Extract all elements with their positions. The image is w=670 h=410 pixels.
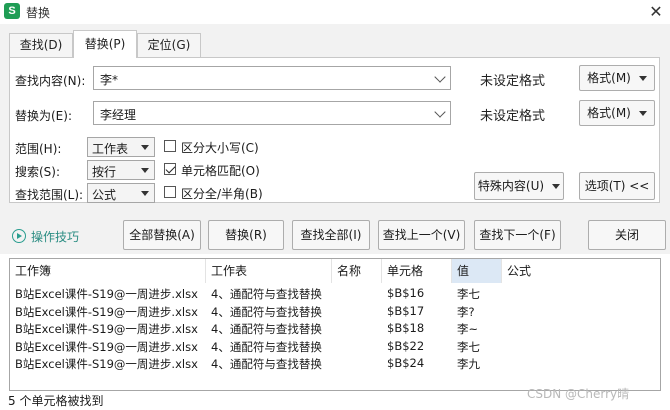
cell-value: 李七 bbox=[457, 287, 480, 301]
column-header-sheet[interactable]: 工作表 bbox=[206, 259, 332, 283]
cell-workbook: B站Excel课件-S19@一周进步.xlsx bbox=[15, 304, 198, 319]
table-row[interactable]: B站Excel课件-S19@一周进步.xlsx 4、通配符与查找替换 $B$18 李~ bbox=[10, 320, 660, 337]
replace-all-button[interactable]: 全部替换(A) bbox=[123, 220, 201, 250]
table-row[interactable]: B站Excel课件-S19@一周进步.xlsx 4、通配符与查找替换 $B$22 李七 bbox=[10, 338, 660, 355]
table-row[interactable]: B站Excel课件-S19@一周进步.xlsx 4、通配符与查找替换 $B$24 李九 bbox=[10, 355, 660, 372]
tab-find[interactable]: 查找(D) bbox=[9, 33, 73, 57]
find-input-value: 李* bbox=[100, 73, 119, 87]
tab-goto[interactable]: 定位(G) bbox=[137, 33, 201, 57]
cell-workbook: B站Excel课件-S19@一周进步.xlsx bbox=[15, 339, 198, 354]
tab-replace[interactable]: 替换(P) bbox=[73, 30, 137, 58]
chevron-down-icon[interactable] bbox=[434, 106, 446, 118]
match-cell-checkbox[interactable] bbox=[164, 163, 176, 175]
lookin-label: 查找范围(L): bbox=[15, 188, 84, 202]
cell-sheet: 4、通配符与查找替换 bbox=[211, 339, 322, 354]
table-row[interactable]: B站Excel课件-S19@一周进步.xlsx 4、通配符与查找替换 $B$16 李七 bbox=[10, 285, 660, 302]
close-icon[interactable]: ✕ bbox=[646, 2, 666, 22]
column-header-value[interactable]: 值 bbox=[452, 259, 502, 283]
window-title: 替换 bbox=[26, 6, 51, 20]
special-content-label: 特殊内容(U) bbox=[477, 179, 545, 193]
cell-sheet: 4、通配符与查找替换 bbox=[211, 322, 322, 337]
results-list[interactable]: 工作簿 工作表 名称 单元格 值 公式 B站Excel课件-S19@一周进步.x… bbox=[9, 258, 661, 391]
cell-workbook: B站Excel课件-S19@一周进步.xlsx bbox=[15, 287, 198, 301]
column-header-cell[interactable]: 单元格 bbox=[382, 259, 452, 283]
find-format-button-label: 格式(M) bbox=[587, 71, 631, 85]
cell-sheet: 4、通配符与查找替换 bbox=[211, 357, 322, 372]
cell-address: $B$17 bbox=[387, 303, 425, 318]
scope-label: 范围(H): bbox=[15, 142, 62, 156]
options-toggle-button[interactable]: 选项(T) << bbox=[579, 172, 655, 200]
cell-sheet: 4、通配符与查找替换 bbox=[211, 304, 322, 319]
search-label: 搜索(S): bbox=[15, 165, 61, 179]
find-format-status: 未设定格式 bbox=[480, 74, 546, 89]
tips-link[interactable]: 操作技巧 bbox=[31, 228, 79, 245]
replace-format-button[interactable]: 格式(M) bbox=[579, 100, 655, 126]
cell-value: 李? bbox=[457, 304, 475, 319]
full-half-checkbox[interactable] bbox=[164, 186, 176, 198]
cell-workbook: B站Excel课件-S19@一周进步.xlsx bbox=[15, 322, 198, 337]
dropdown-arrow-icon bbox=[552, 184, 561, 189]
cell-sheet: 4、通配符与查找替换 bbox=[211, 287, 322, 301]
cell-value: 李~ bbox=[457, 322, 479, 337]
find-format-button[interactable]: 格式(M) bbox=[579, 65, 655, 91]
dropdown-arrow-icon bbox=[638, 111, 647, 116]
find-next-button[interactable]: 查找下一个(F) bbox=[474, 220, 561, 250]
find-all-button[interactable]: 查找全部(I) bbox=[292, 220, 370, 250]
status-text: 5 个单元格被找到 bbox=[8, 394, 104, 408]
match-cell-label: 单元格匹配(O) bbox=[181, 164, 260, 178]
lookin-select[interactable]: 公式 bbox=[87, 183, 155, 203]
match-case-label: 区分大小写(C) bbox=[181, 141, 259, 155]
close-button[interactable]: 关闭 bbox=[588, 220, 666, 250]
search-select[interactable]: 按行 bbox=[87, 160, 155, 180]
replace-label: 替换为(E): bbox=[15, 109, 72, 123]
cell-address: $B$24 bbox=[387, 356, 425, 371]
chevron-down-icon[interactable] bbox=[434, 71, 446, 83]
lookin-value: 公式 bbox=[92, 188, 117, 202]
match-case-checkbox[interactable] bbox=[164, 140, 176, 152]
play-circle-icon[interactable] bbox=[12, 229, 26, 243]
cell-address: $B$16 bbox=[387, 286, 425, 300]
cell-address: $B$18 bbox=[387, 321, 425, 336]
search-value: 按行 bbox=[92, 165, 117, 179]
column-header-formula[interactable]: 公式 bbox=[502, 259, 660, 283]
find-input[interactable]: 李* bbox=[93, 66, 451, 90]
replace-format-status: 未设定格式 bbox=[480, 109, 546, 124]
column-header-name[interactable]: 名称 bbox=[332, 259, 382, 283]
replace-input-value: 李经理 bbox=[100, 108, 137, 122]
cell-value: 李七 bbox=[457, 339, 480, 354]
special-content-button[interactable]: 特殊内容(U) bbox=[474, 172, 564, 200]
column-header-workbook[interactable]: 工作簿 bbox=[10, 259, 206, 283]
table-row[interactable]: B站Excel课件-S19@一周进步.xlsx 4、通配符与查找替换 $B$17 李? bbox=[10, 303, 660, 320]
cell-address: $B$22 bbox=[387, 338, 425, 353]
dropdown-arrow-icon bbox=[141, 191, 149, 196]
replace-input[interactable]: 李经理 bbox=[93, 101, 451, 125]
replace-button[interactable]: 替换(R) bbox=[208, 220, 284, 250]
cell-workbook: B站Excel课件-S19@一周进步.xlsx bbox=[15, 357, 198, 372]
dropdown-arrow-icon bbox=[141, 145, 149, 150]
app-logo-icon: S bbox=[4, 3, 20, 19]
dropdown-arrow-icon bbox=[638, 76, 647, 81]
cell-value: 李九 bbox=[457, 357, 480, 372]
watermark: CSDN @Cherry晴 bbox=[527, 387, 630, 401]
find-previous-button[interactable]: 查找上一个(V) bbox=[378, 220, 465, 250]
find-label: 查找内容(N): bbox=[15, 74, 86, 88]
replace-format-button-label: 格式(M) bbox=[587, 106, 631, 120]
dropdown-arrow-icon bbox=[141, 168, 149, 173]
full-half-label: 区分全/半角(B) bbox=[181, 187, 263, 201]
scope-select[interactable]: 工作表 bbox=[87, 137, 155, 157]
scope-value: 工作表 bbox=[92, 142, 129, 156]
title-bar: S 替换 ✕ bbox=[0, 0, 670, 24]
